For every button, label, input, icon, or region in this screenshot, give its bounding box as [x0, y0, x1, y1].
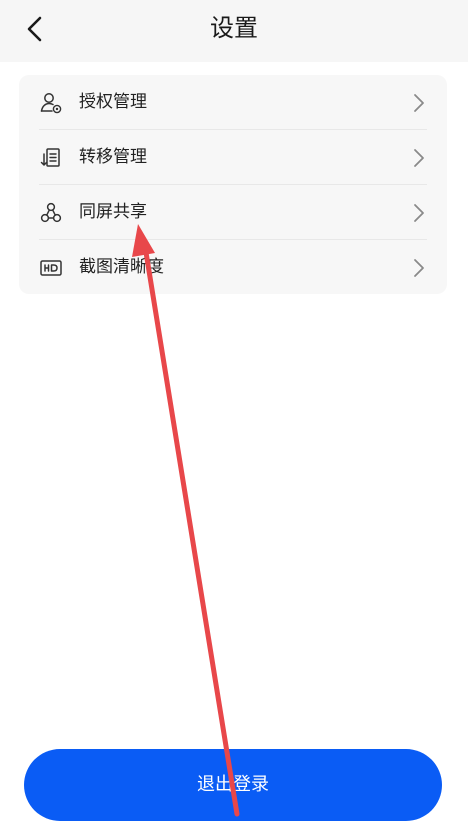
transfer-icon — [40, 148, 60, 167]
menu-item-transfer[interactable]: 转移管理 — [19, 130, 447, 185]
settings-screen: 设置 授权管理 转移管理 同屏共享 截图清晰度 退出登录 — [0, 0, 468, 834]
header-bar: 设置 — [0, 0, 468, 62]
chevron-right-icon — [414, 149, 424, 167]
menu-item-label: 同屏共享 — [79, 202, 147, 222]
user-auth-icon — [40, 93, 62, 114]
page-title: 设置 — [210, 14, 258, 42]
hd-icon — [40, 260, 62, 276]
menu-item-authorization[interactable]: 授权管理 — [19, 75, 447, 130]
menu-item-label: 转移管理 — [79, 147, 147, 167]
settings-menu-card: 授权管理 转移管理 同屏共享 截图清晰度 — [19, 75, 447, 294]
menu-item-label: 授权管理 — [79, 92, 147, 112]
share-circles-icon — [40, 202, 62, 223]
menu-item-screenshot-quality[interactable]: 截图清晰度 — [19, 240, 447, 295]
menu-item-screen-share[interactable]: 同屏共享 — [19, 185, 447, 240]
chevron-right-icon — [414, 259, 424, 277]
chevron-right-icon — [414, 94, 424, 112]
chevron-right-icon — [414, 204, 424, 222]
logout-button[interactable]: 退出登录 — [24, 749, 442, 821]
menu-item-label: 截图清晰度 — [79, 257, 164, 277]
